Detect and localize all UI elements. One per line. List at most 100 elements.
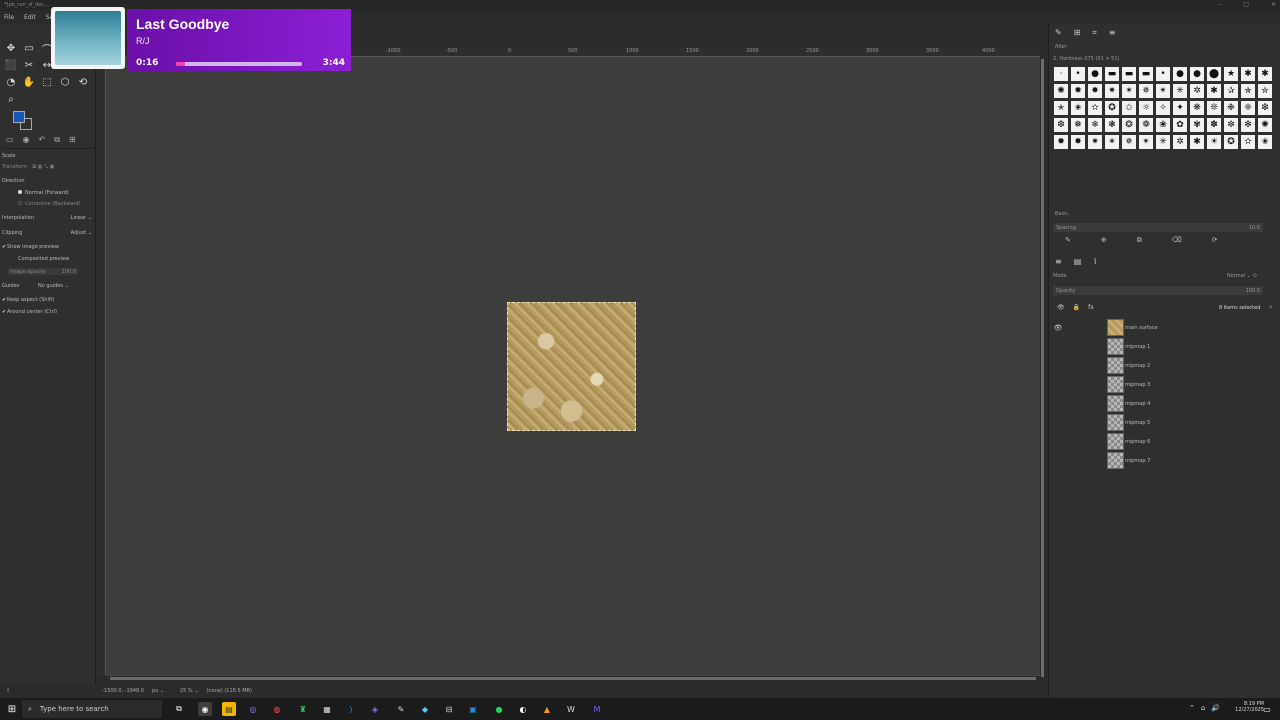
brush-swatch[interactable]: ✳ <box>1155 134 1171 150</box>
gimp-app-icon[interactable]: ◉ <box>198 702 212 716</box>
layer-visibility-icon[interactable]: 👁 <box>1051 324 1065 332</box>
show-preview-checkbox[interactable]: ✔Show image preview <box>2 244 94 250</box>
brush-swatch[interactable]: ✮ <box>1257 83 1273 99</box>
image-opacity-slider[interactable]: Image opacity 100.0 <box>8 268 78 275</box>
brush-swatch[interactable]: ✯ <box>1240 83 1256 99</box>
brush-swatch[interactable]: ✫ <box>1087 100 1103 116</box>
brush-swatch[interactable]: ✸ <box>1087 83 1103 99</box>
zoom-select[interactable]: 25 % ⌄ <box>180 688 198 694</box>
brush-swatch[interactable]: ✳ <box>1172 83 1188 99</box>
warp-icon[interactable]: ⬡ <box>56 74 74 91</box>
brush-swatch[interactable]: ❁ <box>1138 117 1154 133</box>
channels-tab-icon[interactable]: ▤ <box>1074 257 1082 266</box>
brush-swatch[interactable]: ● <box>1189 66 1205 82</box>
direction-normal-radio[interactable]: Normal (Forward) <box>2 190 94 196</box>
layer-row[interactable]: mipmap 7 <box>1051 451 1277 470</box>
brush-swatch[interactable]: ▬ <box>1121 66 1137 82</box>
around-center-checkbox[interactable]: ✔Around center (Ctrl) <box>2 309 94 315</box>
texture-image[interactable] <box>507 302 636 431</box>
tool-options-tab-icon[interactable]: ▭ <box>6 135 14 148</box>
brush-swatch[interactable]: ❃ <box>1104 117 1120 133</box>
menu-edit[interactable]: Edit <box>24 14 36 21</box>
brush-swatch[interactable]: ✼ <box>1223 117 1239 133</box>
brush-swatch[interactable]: ✱ <box>1189 134 1205 150</box>
track-progress-bar[interactable] <box>176 62 302 66</box>
duplicate-brush-icon[interactable]: ⧉ <box>1137 236 1142 245</box>
brush-swatch[interactable]: ✷ <box>1087 134 1103 150</box>
brush-swatch[interactable]: ☼ <box>1138 100 1154 116</box>
taskbar-search[interactable]: ⌕ Type here to search <box>22 700 162 718</box>
brush-swatch[interactable]: ✪ <box>1104 100 1120 116</box>
file-explorer-icon[interactable]: ▤ <box>222 702 236 716</box>
brush-swatch[interactable]: ✫ <box>1240 134 1256 150</box>
configure-tab-icon[interactable]: ⊞ <box>69 135 76 148</box>
hand-icon[interactable]: ✋ <box>20 74 38 91</box>
app-icon[interactable]: ⊟ <box>442 702 456 716</box>
app-icon[interactable]: ▲ <box>540 702 554 716</box>
brush-swatch[interactable]: ❊ <box>1206 100 1222 116</box>
chrome-icon[interactable]: ◍ <box>270 702 284 716</box>
scroll-thumb[interactable] <box>1041 59 1044 677</box>
brush-swatch[interactable]: ✲ <box>1172 134 1188 150</box>
brush-swatch[interactable]: ✽ <box>1206 117 1222 133</box>
brush-swatch[interactable]: ✷ <box>1104 83 1120 99</box>
brush-swatch[interactable]: • <box>1155 66 1171 82</box>
brush-swatch[interactable]: ● <box>1087 66 1103 82</box>
interpolation-select[interactable]: Interpolation Linear ⌄ <box>2 215 94 221</box>
brush-swatch[interactable]: ✧ <box>1155 100 1171 116</box>
images-tab-icon[interactable]: ⧉ <box>54 135 60 148</box>
brush-swatch[interactable]: ✺ <box>1053 83 1069 99</box>
brush-swatch[interactable]: ✬ <box>1257 134 1273 150</box>
brush-swatch[interactable]: ❈ <box>1240 100 1256 116</box>
layer-row[interactable]: mipmap 3 <box>1051 375 1277 394</box>
refresh-brushes-icon[interactable]: ⟳ <box>1212 236 1218 245</box>
edit-brush-icon[interactable]: ✎ <box>1065 236 1071 245</box>
brush-swatch[interactable]: ✱ <box>1257 66 1273 82</box>
layers-tab-icon[interactable]: ≡ <box>1055 257 1062 266</box>
composited-preview-checkbox[interactable]: Composited preview <box>2 256 94 262</box>
move-tool-icon[interactable]: ✥ <box>2 40 20 57</box>
task-view-icon[interactable]: ⧉ <box>172 702 186 716</box>
brush-swatch[interactable]: ✱ <box>1206 83 1222 99</box>
brush-swatch[interactable]: ❋ <box>1189 100 1205 116</box>
brush-swatch[interactable]: ✦ <box>1172 100 1188 116</box>
document-history-tab-icon[interactable]: ≡ <box>1109 28 1116 38</box>
brush-swatch[interactable]: ✵ <box>1121 134 1137 150</box>
app-icon[interactable]: ▦ <box>320 702 334 716</box>
spotify-icon[interactable]: ● <box>492 702 506 716</box>
brush-swatch[interactable]: ✻ <box>1240 117 1256 133</box>
brush-swatch[interactable]: ✱ <box>1240 66 1256 82</box>
brush-filter-input[interactable]: filter <box>1055 44 1067 50</box>
notifications-icon[interactable]: ▭ <box>1260 702 1274 716</box>
brush-swatch[interactable]: ✴ <box>1138 134 1154 150</box>
app-icon[interactable]: ♜ <box>296 702 310 716</box>
brush-swatch[interactable]: ✴ <box>1155 83 1171 99</box>
guides-select[interactable]: Guides No guides ⌄ <box>2 283 94 289</box>
brush-swatch[interactable]: ✩ <box>1121 100 1137 116</box>
vscode-icon[interactable]: ⟩ <box>344 702 358 716</box>
brush-swatch[interactable]: ❄ <box>1087 117 1103 133</box>
transform-icon[interactable]: ⬚ <box>38 74 56 91</box>
brush-swatch[interactable]: ✿ <box>1172 117 1188 133</box>
delete-brush-icon[interactable]: ⌫ <box>1172 236 1182 245</box>
paths-tab-icon[interactable]: ⌇ <box>1093 257 1097 266</box>
fonts-tab-icon[interactable]: ⌗ <box>1092 28 1097 38</box>
brushes-tab-icon[interactable]: ✎ <box>1055 28 1062 38</box>
brush-swatch[interactable]: ⬤ <box>1206 66 1222 82</box>
brush-swatch[interactable]: ✪ <box>1223 134 1239 150</box>
close-button[interactable]: ✕ <box>1271 1 1276 8</box>
volume-icon[interactable]: 🔊 <box>1211 704 1220 712</box>
layer-row[interactable]: mipmap 1 <box>1051 337 1277 356</box>
brush-swatch[interactable]: ✺ <box>1257 117 1273 133</box>
vertical-scrollbar[interactable] <box>1040 47 1046 681</box>
network-icon[interactable]: ⌂ <box>1201 704 1205 712</box>
rotate-icon[interactable]: ⟲ <box>74 74 92 91</box>
brush-swatch[interactable]: ✹ <box>1070 83 1086 99</box>
horizontal-scrollbar[interactable] <box>106 675 1040 681</box>
brush-swatch[interactable]: • <box>1070 66 1086 82</box>
app-icon[interactable]: ▣ <box>466 702 480 716</box>
rect-select-icon[interactable]: ▭ <box>20 40 38 57</box>
minimize-button[interactable]: – <box>1218 1 1221 8</box>
menu-file[interactable]: File <box>4 14 14 21</box>
app-icon[interactable]: ◈ <box>368 702 382 716</box>
